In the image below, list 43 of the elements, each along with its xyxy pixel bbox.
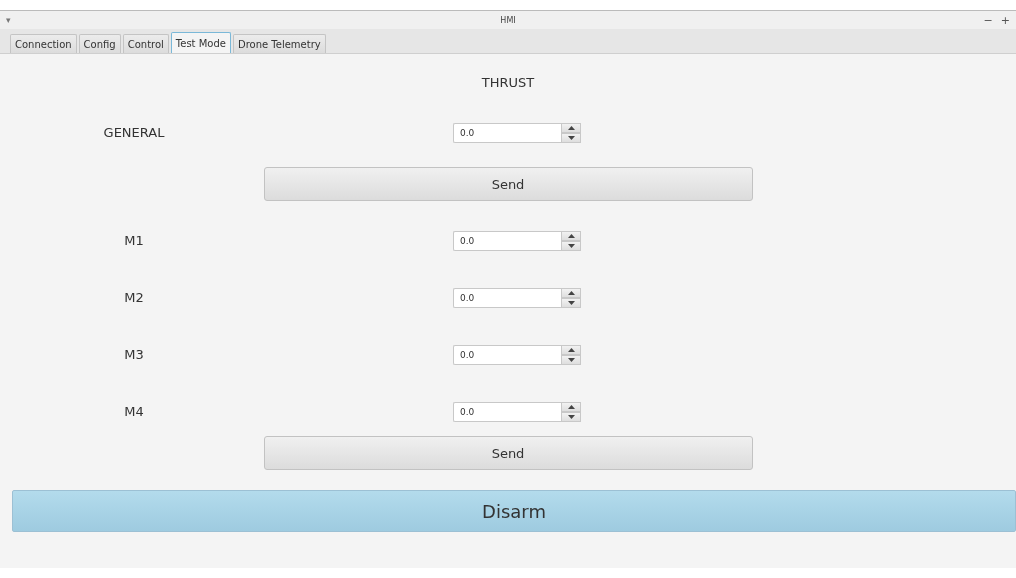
send-button[interactable]: Send: [263, 436, 753, 470]
increment-button[interactable]: [561, 122, 581, 133]
field-label: GENERAL: [103, 125, 165, 140]
increment-button[interactable]: [561, 230, 581, 241]
tab[interactable]: Control: [122, 34, 169, 53]
decrement-button[interactable]: [561, 354, 581, 365]
window-title: HMI: [499, 15, 517, 25]
section-heading: THRUST: [481, 75, 535, 91]
down-arrow-icon: [567, 300, 575, 305]
down-arrow-icon: [567, 243, 575, 248]
tab[interactable]: Test Mode: [170, 32, 231, 53]
number-field[interactable]: 0.0: [453, 344, 561, 365]
send-button[interactable]: Send: [263, 167, 753, 201]
up-arrow-icon: [567, 125, 575, 130]
up-arrow-icon: [567, 404, 575, 409]
disarm-button[interactable]: Disarm: [12, 490, 1016, 532]
decrement-button[interactable]: [561, 297, 581, 308]
increment-button[interactable]: [561, 287, 581, 298]
number-field[interactable]: 0.0: [453, 122, 561, 143]
field-label: M1: [124, 233, 144, 248]
down-arrow-icon: [567, 357, 575, 362]
number-field[interactable]: 0.0: [453, 287, 561, 308]
decrement-button[interactable]: [561, 132, 581, 143]
field-label: M4: [124, 404, 144, 419]
up-arrow-icon: [567, 290, 575, 295]
field-label: M2: [124, 290, 144, 305]
up-arrow-icon: [567, 233, 575, 238]
minimize-button[interactable]: −: [983, 13, 993, 27]
tab[interactable]: Connection: [10, 34, 77, 53]
down-arrow-icon: [567, 414, 575, 419]
number-field[interactable]: 0.0: [453, 230, 561, 251]
field-label: M3: [124, 347, 144, 362]
tab[interactable]: Config: [78, 34, 121, 53]
increment-button[interactable]: [561, 344, 581, 355]
maximize-button[interactable]: +: [1000, 13, 1010, 27]
tab[interactable]: Drone Telemetry: [232, 34, 326, 53]
up-arrow-icon: [567, 347, 575, 352]
decrement-button[interactable]: [561, 240, 581, 251]
window-menu-button[interactable]: ▾: [6, 15, 46, 25]
down-arrow-icon: [567, 135, 575, 140]
number-field[interactable]: 0.0: [453, 401, 561, 422]
increment-button[interactable]: [561, 401, 581, 412]
decrement-button[interactable]: [561, 411, 581, 422]
